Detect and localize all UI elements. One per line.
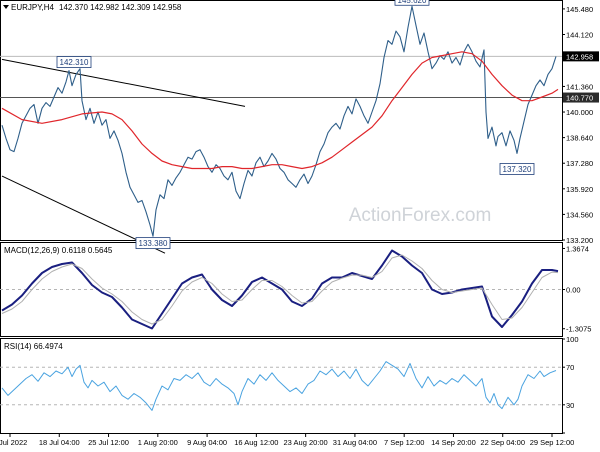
price-tick-label: 134.560: [566, 210, 593, 219]
time-tick-label: 9 Aug 04:00: [187, 438, 227, 447]
rsi-tick-label: 70: [566, 363, 574, 372]
price-annotation: 142.310: [60, 58, 89, 67]
macd-tick-label: -1.3075: [566, 325, 591, 334]
price-tick-label: 138.640: [566, 134, 593, 143]
price-tick-label: 145.480: [566, 5, 593, 14]
chart-container: ActionForex.com EURJPY,H4 142.370 142.98…: [0, 0, 600, 450]
level-label: 140.770: [566, 94, 593, 103]
price-annotation: 145.620: [398, 0, 427, 5]
time-tick-label: 31 Aug 04:00: [333, 438, 377, 447]
time-tick-label: 8 Jul 2022: [0, 438, 27, 447]
time-tick-label: 16 Aug 12:00: [234, 438, 278, 447]
price-tick-label: 141.360: [566, 82, 593, 91]
chart-title: EURJPY,H4: [11, 3, 55, 12]
ohlc-values: 142.370 142.982 142.309 142.958: [59, 3, 182, 12]
time-tick-label: 29 Sep 12:00: [530, 438, 575, 447]
price-tick-label: 135.920: [566, 185, 593, 194]
price-tick-label: 140.000: [566, 108, 593, 117]
time-tick-label: 7 Sep 12:00: [384, 438, 424, 447]
rsi-title: RSI(14) 66.4974: [4, 342, 63, 351]
rsi-tick-label: 30: [566, 401, 574, 410]
time-tick-label: 25 Jul 12:00: [88, 438, 129, 447]
price-annotation: 137.320: [503, 165, 532, 174]
time-tick-label: 23 Aug 20:00: [284, 438, 328, 447]
chart-svg: ActionForex.com EURJPY,H4 142.370 142.98…: [0, 0, 600, 450]
time-tick-label: 1 Aug 20:00: [138, 438, 178, 447]
current-price-label: 142.958: [566, 52, 593, 61]
macd-tick-label: 1.3674: [566, 244, 589, 253]
time-tick-label: 18 Jul 04:00: [39, 438, 80, 447]
macd-title: MACD(12,26,9) 0.6118 0.5645: [4, 246, 113, 255]
watermark: ActionForex.com: [349, 205, 492, 226]
rsi-tick-label: 100: [566, 335, 579, 344]
price-annotation: 133.380: [139, 239, 168, 248]
time-tick-label: 14 Sep 20:00: [431, 438, 476, 447]
price-tick-label: 144.120: [566, 30, 593, 39]
macd-tick-label: 0.00: [566, 286, 581, 295]
time-tick-label: 22 Sep 04:00: [480, 438, 525, 447]
price-tick-label: 137.280: [566, 159, 593, 168]
